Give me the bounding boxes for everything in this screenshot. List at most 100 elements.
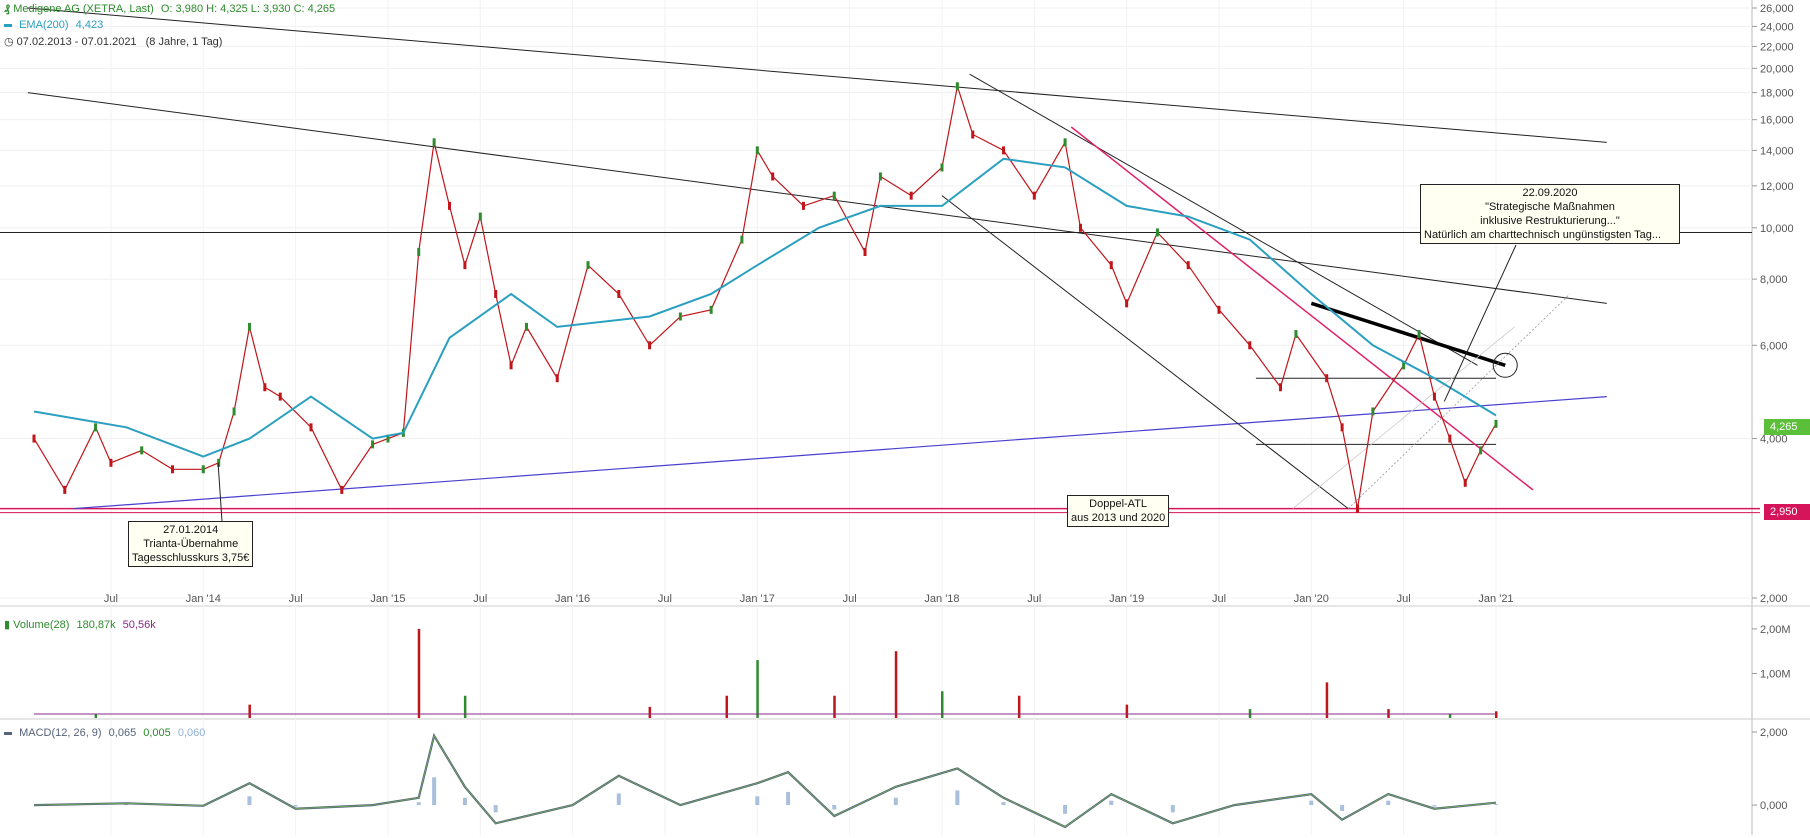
macd-histogram-bar xyxy=(1432,805,1436,806)
ema-legend: EMA(200) 4,423 xyxy=(4,19,103,31)
macd-histogram-bar xyxy=(294,805,298,806)
x-tick-label: Jul xyxy=(289,593,303,605)
price-candle xyxy=(1325,374,1328,382)
macd-histogram-bar xyxy=(1494,804,1498,805)
price-candle xyxy=(740,236,743,244)
price-candle xyxy=(1079,224,1082,232)
instrument-label: Medigene AG (XETRA, Last) xyxy=(13,3,154,15)
macd-label: MACD(12, 26, 9) xyxy=(19,727,102,739)
macd-tick-label: 2,000 xyxy=(1760,727,1788,739)
macd-histogram-bar xyxy=(617,793,621,805)
macd-histogram-bar xyxy=(894,798,898,805)
ema-line xyxy=(34,159,1496,457)
price-candle xyxy=(1187,261,1190,269)
volume-value-1: 180,87k xyxy=(76,619,115,631)
ohlc-values: O: 3,980 H: 4,325 L: 3,930 C: 4,265 xyxy=(161,3,335,15)
price-tick-label: 16,000 xyxy=(1760,115,1794,127)
trendline-mid xyxy=(28,93,1607,304)
price-candle xyxy=(1248,341,1251,349)
price-candle xyxy=(63,486,66,494)
price-tick-label: 10,000 xyxy=(1760,223,1794,235)
price-candle xyxy=(94,423,97,431)
support-price-tag: 2,950 xyxy=(1764,504,1810,520)
restructuring-line2: inklusive Restrukturierung..." xyxy=(1424,214,1676,228)
x-tick-label: Jan '14 xyxy=(186,593,221,605)
x-tick-label: Jan '17 xyxy=(740,593,775,605)
price-candle xyxy=(648,341,651,349)
restructuring-comment: Natürlich am charttechnisch ungünstigste… xyxy=(1424,228,1676,242)
macd-histogram-bar xyxy=(1309,801,1313,805)
volume-bar xyxy=(833,696,836,718)
trendline-pink xyxy=(1071,127,1533,490)
price-candle xyxy=(679,313,682,321)
price-candle xyxy=(463,261,466,269)
clock-icon: ◷ xyxy=(4,36,14,48)
restructuring-line1: "Strategische Maßnahmen xyxy=(1424,200,1676,214)
price-candle xyxy=(710,306,713,314)
x-tick-label: Jul xyxy=(1397,593,1411,605)
macd-legend: MACD(12, 26, 9) 0,065 0,005 0,060 xyxy=(4,727,205,739)
x-tick-label: Jan '19 xyxy=(1109,593,1144,605)
macd-histogram-bar xyxy=(755,796,759,805)
price-candle xyxy=(1156,228,1159,236)
restructuring-annotation: 22.09.2020 "Strategische Maßnahmen inklu… xyxy=(1420,184,1680,244)
x-tick-label: Jan '15 xyxy=(370,593,405,605)
trianta-title: Trianta-Übernahme xyxy=(132,537,249,551)
macd-histogram-bar xyxy=(1340,805,1344,811)
volume-bar xyxy=(418,629,421,718)
volume-label: Volume(28) xyxy=(13,619,69,631)
volume-bars-icon: ▮ xyxy=(4,619,10,631)
macd-histogram-bar xyxy=(1171,805,1175,812)
volume-bar xyxy=(1018,696,1021,718)
macd-histogram-bar xyxy=(1386,801,1390,805)
price-candle xyxy=(879,172,882,180)
macd-histogram-bar xyxy=(1109,801,1113,805)
volume-bar xyxy=(895,651,898,718)
price-tick-label: 22,000 xyxy=(1760,41,1794,53)
ema-swatch-icon xyxy=(4,24,12,27)
instrument-legend: ₰ Medigene AG (XETRA, Last) O: 3,980 H: … xyxy=(4,3,335,15)
volume-bar xyxy=(1326,682,1329,718)
price-candle xyxy=(494,290,497,298)
price-candle xyxy=(1448,435,1451,443)
price-candle xyxy=(171,465,174,473)
doppel-title: Doppel-ATL xyxy=(1071,497,1165,511)
price-candle xyxy=(1341,423,1344,431)
price-candle xyxy=(448,202,451,210)
macd-histogram-bar xyxy=(124,804,128,805)
macd-histogram-bar xyxy=(832,805,836,809)
price-candle xyxy=(340,486,343,494)
price-tick-label: 18,000 xyxy=(1760,88,1794,100)
period-label: (8 Jahre, 1 Tag) xyxy=(146,36,223,48)
x-tick-label: Jul xyxy=(1212,593,1226,605)
trianta-close: Tagesschlusskurs 3,75€ xyxy=(132,551,249,565)
macd-histogram-bar xyxy=(432,777,436,805)
price-candle xyxy=(1356,505,1359,513)
macd-value-3: 0,060 xyxy=(178,727,206,739)
price-candle xyxy=(248,323,251,331)
last-price-tag: 4,265 xyxy=(1764,419,1810,435)
x-tick-label: Jan '16 xyxy=(555,593,590,605)
price-candle xyxy=(525,323,528,331)
price-candle xyxy=(910,192,913,200)
volume-bar xyxy=(1126,705,1129,718)
restructuring-date: 22.09.2020 xyxy=(1424,186,1676,200)
price-tick-label: 24,000 xyxy=(1760,21,1794,33)
volume-bar xyxy=(726,696,729,718)
price-candle xyxy=(756,146,759,154)
date-range: 07.02.2013 - 07.01.2021 xyxy=(17,36,137,48)
price-candle xyxy=(109,459,112,467)
trendline-upper xyxy=(28,8,1607,142)
price-candle xyxy=(263,383,266,391)
price-candle xyxy=(1294,330,1297,338)
trendline-lower-fan xyxy=(942,196,1348,509)
volume-bar xyxy=(248,705,251,718)
price-candle xyxy=(33,435,36,443)
chart-canvas: 26,00024,00022,00020,00018,00016,00014,0… xyxy=(0,0,1810,835)
macd-histogram-bar xyxy=(247,796,251,805)
x-tick-label: Jan '21 xyxy=(1478,593,1513,605)
trendline-upper-fan xyxy=(970,74,1478,365)
price-candle xyxy=(310,423,313,431)
price-tick-label: 6,000 xyxy=(1760,340,1788,352)
price-tick-label: 2,000 xyxy=(1760,593,1788,605)
